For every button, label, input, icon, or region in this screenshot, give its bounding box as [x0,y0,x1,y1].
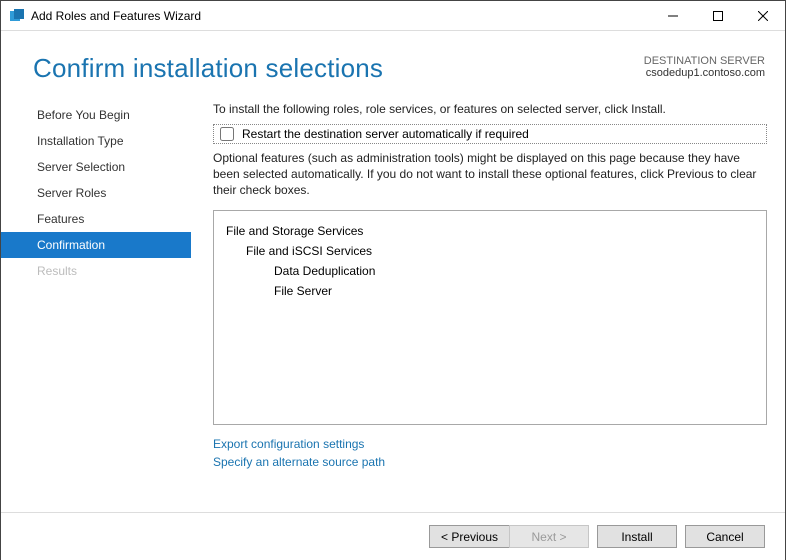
tree-item: File Server [226,281,754,301]
nav-item-features[interactable]: Features [1,206,191,232]
intro-text: To install the following roles, role ser… [213,102,767,116]
nav-item-installation-type[interactable]: Installation Type [1,128,191,154]
header: Confirm installation selections DESTINAT… [1,31,785,94]
content-pane: To install the following roles, role ser… [191,94,767,509]
install-button[interactable]: Install [597,525,677,548]
restart-option-row: Restart the destination server automatic… [213,124,767,144]
nav-item-results: Results [1,258,191,284]
nav-item-server-selection[interactable]: Server Selection [1,154,191,180]
cancel-button[interactable]: Cancel [685,525,765,548]
page-title: Confirm installation selections [33,53,383,84]
optional-features-text: Optional features (such as administratio… [213,150,767,198]
destination-label: DESTINATION SERVER [644,55,765,67]
window-title: Add Roles and Features Wizard [31,9,650,23]
nav-item-confirmation[interactable]: Confirmation [1,232,191,258]
selection-tree: File and Storage ServicesFile and iSCSI … [213,210,767,425]
links-area: Export configuration settings Specify an… [213,435,767,471]
export-config-link[interactable]: Export configuration settings [213,435,767,453]
next-button: Next > [509,525,589,548]
restart-label: Restart the destination server automatic… [242,127,529,141]
wizard-nav: Before You BeginInstallation TypeServer … [1,94,191,509]
destination-name: csodedup1.contoso.com [644,67,765,79]
maximize-button[interactable] [695,1,740,30]
minimize-button[interactable] [650,1,695,30]
previous-button[interactable]: < Previous [429,525,509,548]
titlebar: Add Roles and Features Wizard [1,1,785,31]
app-icon [9,8,25,24]
destination-info: DESTINATION SERVER csodedup1.contoso.com [644,53,765,79]
tree-item: Data Deduplication [226,261,754,281]
footer: < Previous Next > Install Cancel [1,512,785,560]
alt-source-link[interactable]: Specify an alternate source path [213,453,767,471]
nav-item-before-you-begin[interactable]: Before You Begin [1,102,191,128]
restart-checkbox[interactable] [220,127,234,141]
close-button[interactable] [740,1,785,30]
tree-item: File and Storage Services [226,221,754,241]
tree-item: File and iSCSI Services [226,241,754,261]
nav-button-group: < Previous Next > [429,525,589,548]
nav-item-server-roles[interactable]: Server Roles [1,180,191,206]
